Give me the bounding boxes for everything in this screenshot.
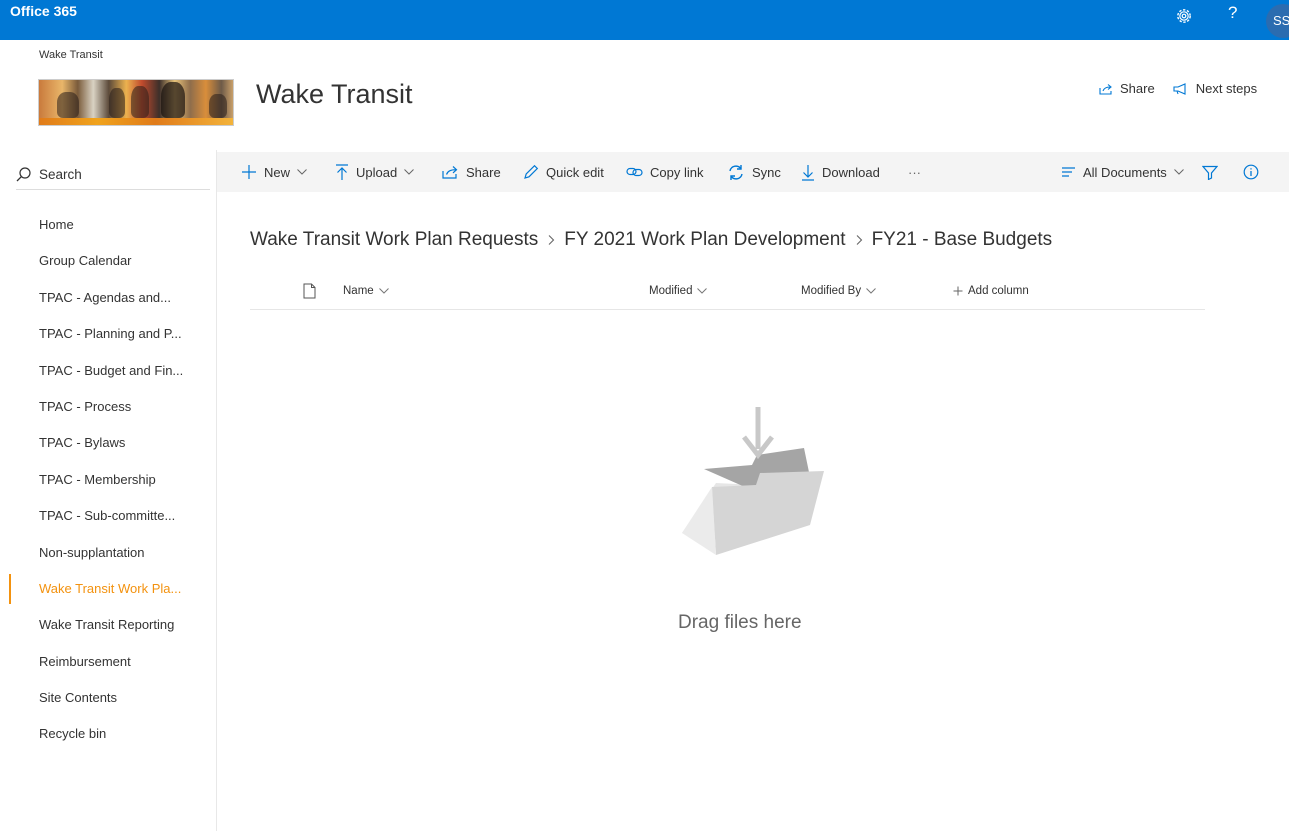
chevron-right-icon — [548, 235, 555, 245]
nav-item-tpac-subcommittee[interactable]: TPAC - Sub-committe... — [0, 498, 216, 534]
nav-item-site-contents[interactable]: Site Contents — [0, 680, 216, 716]
new-label: New — [264, 164, 291, 180]
share-icon — [442, 166, 458, 179]
app-launcher-brand[interactable]: Office 365 — [10, 3, 77, 19]
sync-icon — [729, 164, 743, 180]
library-breadcrumb: Wake Transit Work Plan Requests FY 2021 … — [250, 229, 1052, 251]
quick-edit-label: Quick edit — [546, 164, 604, 180]
site-title: Wake Transit — [256, 79, 413, 109]
nav-item-tpac-process[interactable]: TPAC - Process — [0, 389, 216, 425]
left-navigation: Search Home Group Calendar TPAC - Agenda… — [0, 150, 217, 831]
breadcrumb-item[interactable]: Wake Transit Work Plan Requests — [250, 229, 538, 251]
nav-item-tpac-membership[interactable]: TPAC - Membership — [0, 462, 216, 498]
chevron-right-icon — [856, 235, 862, 245]
upload-label: Upload — [356, 164, 398, 180]
avatar[interactable]: SS — [1266, 4, 1289, 38]
command-bar: New Upload Share Quick edit Copy link Sy… — [217, 152, 1289, 192]
search-icon — [16, 167, 31, 182]
nav-item-wake-transit-reporting[interactable]: Wake Transit Reporting — [0, 607, 216, 643]
help-icon[interactable]: ? — [1228, 3, 1237, 23]
share-site-button[interactable]: Share — [1099, 81, 1155, 96]
chevron-down-icon — [866, 288, 876, 294]
suite-bar: Office 365 ? SS — [0, 0, 1289, 40]
add-column-label: Add column — [968, 285, 1029, 297]
nav-item-home[interactable]: Home — [0, 207, 216, 243]
next-steps-label: Next steps — [1195, 81, 1258, 96]
nav-item-group-calendar[interactable]: Group Calendar — [0, 243, 216, 279]
nav-item-tpac-planning[interactable]: TPAC - Planning and P... — [0, 316, 216, 352]
add-column-button[interactable]: Add column — [953, 285, 1029, 297]
link-icon — [626, 167, 643, 177]
download-label: Download — [822, 164, 880, 180]
modified-by-column-label: Modified By — [801, 285, 862, 297]
empty-state-message: Drag files here — [678, 612, 802, 633]
copy-link-label: Copy link — [650, 164, 704, 180]
search-box[interactable]: Search — [16, 160, 210, 190]
chevron-down-icon — [697, 288, 708, 294]
upload-button[interactable]: Upload — [335, 152, 415, 192]
new-button[interactable]: New — [241, 152, 307, 192]
megaphone-icon — [1173, 82, 1186, 95]
plus-icon — [953, 286, 963, 296]
header-actions: Share Next steps — [1099, 81, 1257, 96]
filter-icon — [1202, 165, 1218, 180]
modified-column-label: Modified — [649, 285, 693, 297]
nav-item-non-supplantation[interactable]: Non-supplantation — [0, 535, 216, 571]
nav-item-recycle-bin[interactable]: Recycle bin — [0, 716, 216, 752]
nav-item-tpac-bylaws[interactable]: TPAC - Bylaws — [0, 425, 216, 461]
plus-icon — [242, 165, 256, 179]
share-label: Share — [466, 164, 501, 180]
view-lines-icon — [1062, 167, 1075, 177]
info-icon — [1243, 164, 1259, 180]
download-icon — [802, 164, 814, 181]
nav-list: Home Group Calendar TPAC - Agendas and..… — [0, 207, 216, 753]
share-icon — [1099, 83, 1112, 95]
empty-folder-icon — [682, 407, 824, 555]
nav-item-tpac-agendas[interactable]: TPAC - Agendas and... — [0, 280, 216, 316]
share-button[interactable]: Share — [442, 152, 501, 192]
nav-item-wake-transit-work-plan[interactable]: Wake Transit Work Pla... — [0, 571, 216, 607]
file-type-column[interactable] — [303, 283, 316, 299]
sync-label: Sync — [752, 164, 781, 180]
breadcrumb-current: FY21 - Base Budgets — [871, 229, 1053, 250]
search-label: Search — [39, 167, 82, 182]
copy-link-button[interactable]: Copy link — [626, 152, 703, 192]
list-header: Name Modified Modified By Add column — [250, 279, 1205, 310]
chevron-down-icon — [404, 169, 415, 175]
name-column-label: Name — [343, 285, 374, 297]
sync-button[interactable]: Sync — [727, 152, 781, 192]
chevron-down-icon — [297, 169, 307, 175]
name-column-header[interactable]: Name — [343, 285, 389, 297]
upload-icon — [336, 163, 348, 180]
nav-item-tpac-budget[interactable]: TPAC - Budget and Fin... — [0, 353, 216, 389]
quick-edit-button[interactable]: Quick edit — [523, 152, 604, 192]
modified-column-header[interactable]: Modified — [649, 285, 708, 297]
download-button[interactable]: Download — [801, 152, 880, 192]
document-icon — [303, 283, 316, 299]
view-selector[interactable]: All Documents — [1061, 152, 1184, 192]
next-steps-button[interactable]: Next steps — [1173, 81, 1257, 96]
chevron-down-icon — [378, 288, 389, 294]
breadcrumb-item[interactable]: FY 2021 Work Plan Development — [564, 229, 845, 251]
gear-icon[interactable] — [1175, 7, 1193, 25]
filter-button[interactable] — [1202, 152, 1218, 192]
info-button[interactable] — [1243, 152, 1259, 192]
more-commands-button[interactable]: ··· — [908, 152, 921, 192]
pencil-icon — [524, 164, 539, 179]
chevron-down-icon — [1173, 169, 1184, 175]
share-site-label: Share — [1120, 81, 1155, 96]
modified-by-column-header[interactable]: Modified By — [801, 285, 876, 297]
site-logo[interactable] — [38, 79, 234, 126]
site-breadcrumb[interactable]: Wake Transit — [39, 49, 103, 61]
view-label: All Documents — [1083, 164, 1167, 180]
nav-item-reimbursement[interactable]: Reimbursement — [0, 644, 216, 680]
